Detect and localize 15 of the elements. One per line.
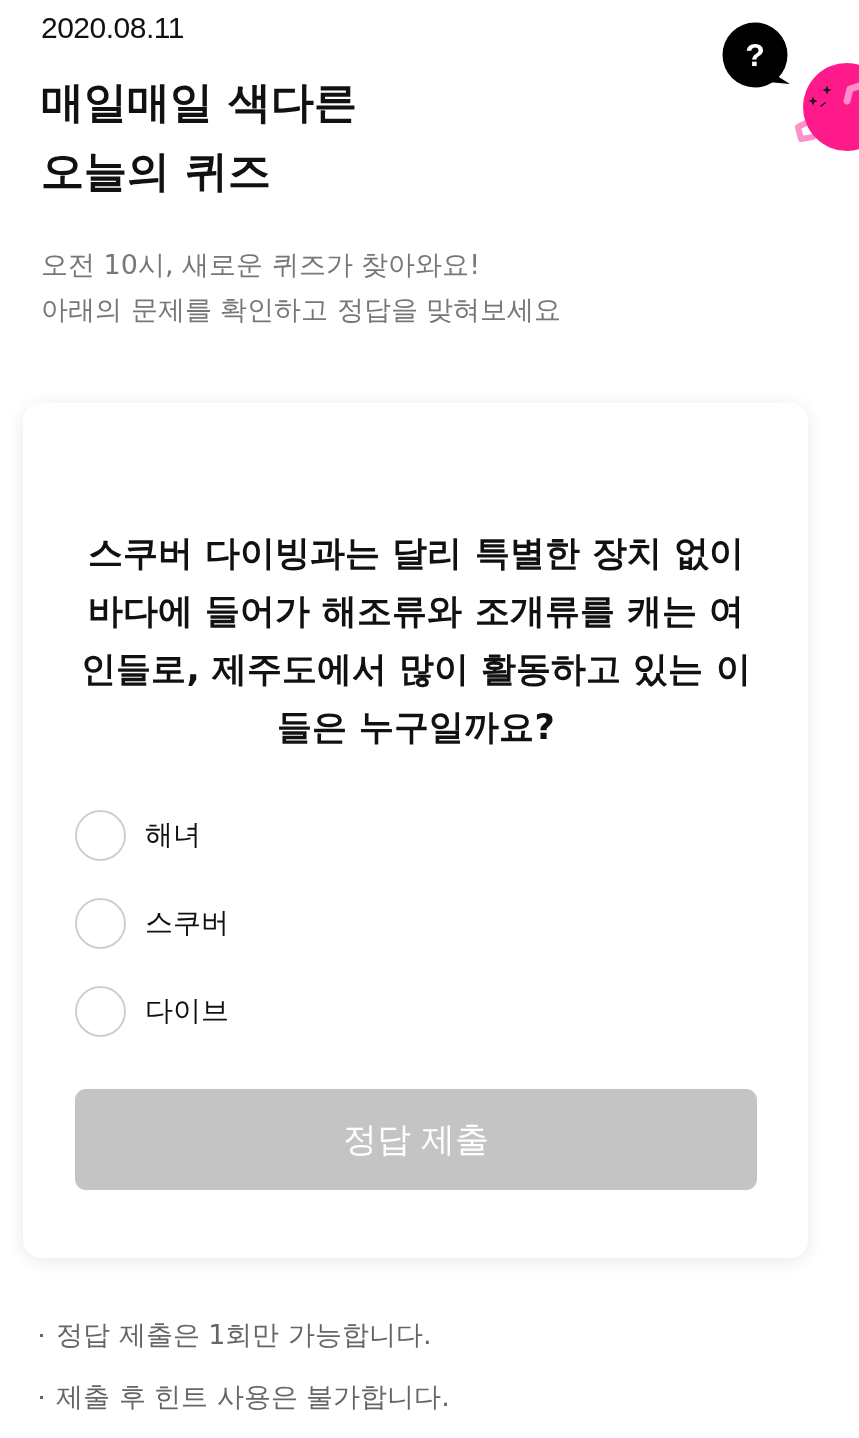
answer-option[interactable]: 다이브 <box>75 985 229 1037</box>
question-text: 스쿠버 다이빙과는 달리 특별한 장치 없이 바다에 들어가 해조류와 조개류를 캐는 여인들로, 제주도에서 많이 활동하고 있는 이들은 누구일까요? <box>80 532 752 749</box>
bullet-icon <box>40 1395 43 1399</box>
quiz-title: 매일매일 색다른 오늘의 퀴즈 <box>41 76 358 198</box>
answer-option[interactable]: 해녀 <box>75 809 201 861</box>
help-button[interactable]: ? <box>722 22 790 88</box>
radio-icon[interactable] <box>75 985 126 1037</box>
note-text: 제출 후 힌트 사용은 불가합니다. <box>56 1379 450 1414</box>
radio-icon[interactable] <box>75 897 126 949</box>
note-text: 정답 제출은 1회만 가능합니다. <box>56 1317 432 1352</box>
radio-icon[interactable] <box>75 809 126 861</box>
bullet-icon <box>40 1333 43 1337</box>
answer-option[interactable]: 스쿠버 <box>75 897 229 949</box>
quiz-description: 오전 10시, 새로운 퀴즈가 찾아와요! 아래의 문제를 확인하고 정답을 맞혀보세요 <box>41 248 562 327</box>
date-text: 2020.08.11 <box>41 11 185 45</box>
